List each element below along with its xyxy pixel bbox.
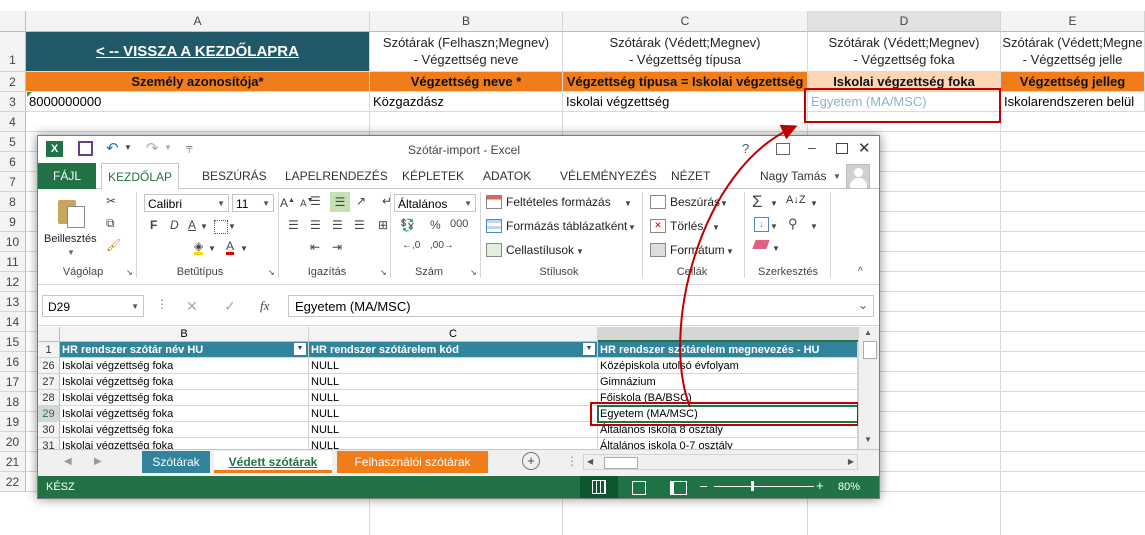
annotation-arrow [679, 124, 798, 408]
